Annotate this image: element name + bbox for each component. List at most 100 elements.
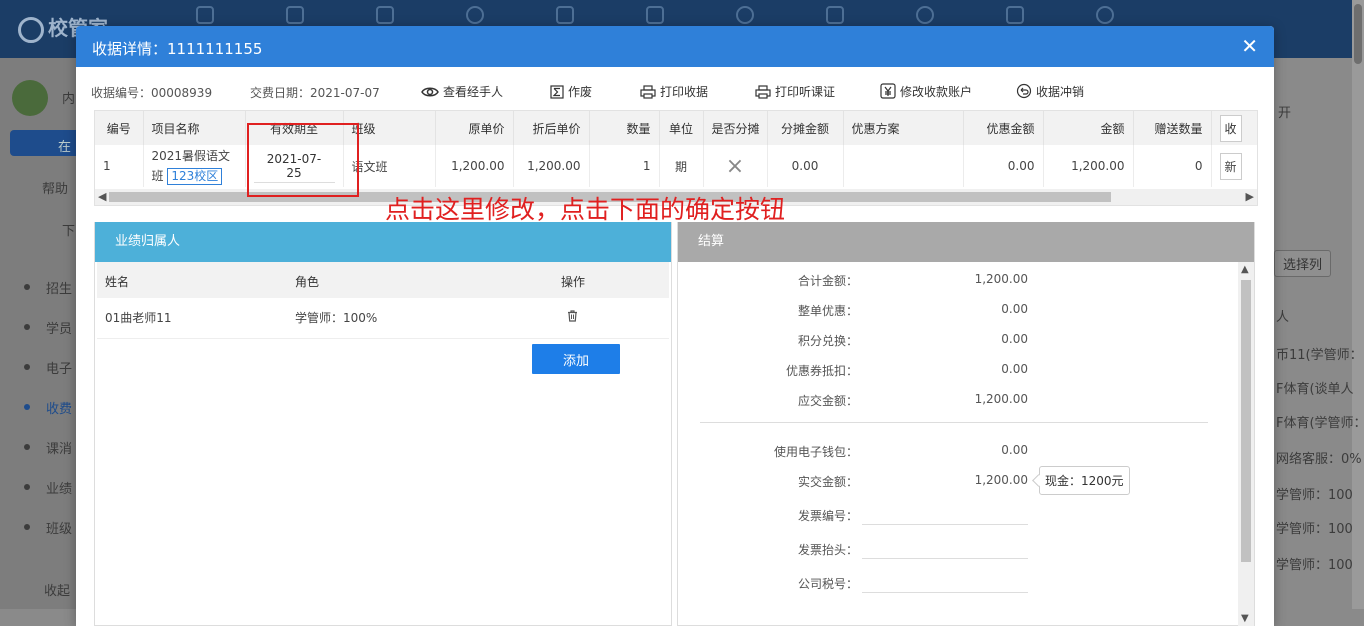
perf-col-op: 操作 — [561, 275, 586, 289]
topnav-icon-3[interactable] — [376, 6, 394, 24]
topnav-icon-6[interactable] — [646, 6, 664, 24]
perf-col-role: 角色 — [295, 275, 320, 289]
sidebar-item-ewallet[interactable]: 电子 — [46, 358, 72, 377]
gear-icon[interactable] — [1006, 6, 1024, 24]
undo-icon — [1016, 83, 1032, 99]
topnav-icon-7[interactable] — [736, 6, 754, 24]
invoice-title-label: 发票抬头： — [797, 543, 858, 557]
cell-discount-amount: 0.00 — [963, 145, 1044, 187]
annotation-text: 点击这里修改，点击下面的确定按钮 — [385, 195, 786, 224]
new-button[interactable]: 新 — [1219, 152, 1242, 180]
performance-header-row: 姓名 角色 操作 — [97, 262, 669, 298]
trash-icon[interactable] — [567, 310, 578, 325]
print-receipt-button[interactable]: 打印收据 — [640, 83, 708, 100]
performance-panel: 业绩归属人 姓名 角色 操作 01曲老师11 学管师：100% 添加 — [94, 222, 672, 626]
receipt-info-bar: 收据编号：00008939 交费日期：2021-07-07 查看经手人 作废 打… — [76, 67, 1274, 109]
sidebar-user-name: 内 — [62, 92, 76, 107]
whole-discount-label: 整单优惠： — [797, 304, 858, 318]
printer-icon — [755, 85, 771, 99]
col-header-unit: 单位 — [659, 111, 704, 145]
sidebar-item-students[interactable]: 学员 — [46, 318, 72, 337]
view-handler-button[interactable]: 查看经手人 — [421, 83, 503, 100]
sidebar-item-consumption[interactable]: 课消 — [46, 438, 72, 457]
col-header-orig-price: 原单价 — [435, 111, 514, 145]
invoice-no-label: 发票编号： — [797, 509, 858, 523]
annotation-highlight-box — [247, 123, 359, 197]
invoice-no-input[interactable] — [862, 524, 1028, 525]
tax-no-input[interactable] — [862, 592, 1028, 593]
bg-right-text: F体育(学管师： — [1276, 416, 1364, 431]
eye-icon — [421, 87, 439, 97]
receipt-detail-modal: 收据详情：1111111155 ✕ 收据编号：00008939 交费日期：202… — [76, 26, 1274, 626]
scroll-down-icon[interactable]: ▼ — [1241, 613, 1249, 624]
void-label: 作废 — [568, 85, 593, 99]
settlement-vscroll-thumb[interactable] — [1241, 280, 1251, 562]
due-label: 应交金额： — [797, 394, 858, 408]
sidebar-item-classes[interactable]: 班级 — [46, 518, 72, 537]
settlement-vscrollbar[interactable]: ▲ ▼ — [1238, 262, 1254, 626]
invoice-title-input[interactable] — [862, 558, 1028, 559]
cut-header-button[interactable]: 收 — [1219, 114, 1242, 142]
print-trial-button[interactable]: 打印听课证 — [755, 83, 835, 100]
user-icon[interactable] — [466, 6, 484, 24]
settlement-panel: 结算 合计金额： 1,200.00 整单优惠： 0.00 积分兑换： 0.00 … — [677, 222, 1255, 626]
page-scrollbar[interactable] — [1352, 0, 1364, 609]
modify-account-button[interactable]: 修改收款账户 — [880, 83, 972, 100]
col-header-promo: 优惠方案 — [843, 111, 964, 145]
print-receipt-label: 打印收据 — [660, 85, 709, 99]
points-label: 积分兑换： — [797, 334, 858, 348]
perf-col-name: 姓名 — [105, 275, 130, 289]
item-name-line1: 2021暑假语文 — [151, 149, 231, 163]
whole-discount-value: 0.00 — [1001, 302, 1028, 316]
view-handler-label: 查看经手人 — [443, 85, 504, 99]
sidebar-item-performance[interactable]: 业绩 — [46, 478, 72, 497]
cross-icon: × — [725, 153, 745, 179]
bg-right-text: 学管师：100 — [1276, 522, 1353, 537]
sidebar-bullet — [24, 404, 30, 410]
topnav-icon-5[interactable] — [556, 6, 574, 24]
void-button[interactable]: 作废 — [550, 83, 592, 100]
modal-header: 收据详情：1111111155 ✕ — [76, 26, 1274, 67]
wallet-value: 0.00 — [1001, 443, 1028, 457]
more-icon[interactable] — [1096, 6, 1114, 24]
col-header-qty: 数量 — [589, 111, 660, 145]
col-header-no: 编号 — [95, 111, 144, 145]
cell-no: 1 — [95, 145, 144, 187]
col-header-discount-amount: 优惠金额 — [963, 111, 1044, 145]
sidebar-item-fees[interactable]: 收费 — [46, 398, 72, 417]
wallet-label: 使用电子钱包： — [773, 445, 858, 459]
modify-account-label: 修改收款账户 — [900, 85, 973, 99]
bg-select-columns-button[interactable]: 选择列 — [1274, 250, 1332, 277]
topnav-icon-9[interactable] — [916, 6, 934, 24]
perf-role: 学管师：100% — [295, 311, 378, 325]
receipt-number: 收据编号：00008939 — [91, 86, 213, 100]
add-user-icon[interactable] — [196, 6, 214, 24]
scroll-right-icon[interactable]: ▶ — [1246, 190, 1254, 203]
bg-dropdown[interactable]: 开 — [1278, 102, 1291, 121]
topnav-icon-2[interactable] — [286, 6, 304, 24]
avatar[interactable] — [12, 80, 48, 116]
reverse-receipt-button[interactable]: 收据冲销 — [1016, 83, 1084, 100]
scroll-left-icon[interactable]: ◀ — [98, 190, 106, 203]
sidebar-bullet — [24, 364, 30, 370]
item-name-line2: 班 — [151, 169, 164, 183]
sidebar-download[interactable]: 下 — [62, 220, 75, 239]
table-row: 01曲老师11 学管师：100% — [97, 298, 669, 339]
sidebar-collapse[interactable]: 收起 — [44, 580, 70, 599]
cell-promo — [843, 145, 964, 187]
cell-cut: 新 — [1211, 145, 1257, 187]
sidebar-help[interactable]: 帮助 — [42, 178, 68, 197]
cell-gift-qty: 0 — [1133, 145, 1212, 187]
add-performance-button[interactable]: 添加 — [532, 344, 620, 374]
sidebar-bullet — [24, 524, 30, 530]
close-icon[interactable]: ✕ — [1241, 35, 1258, 57]
print-trial-label: 打印听课证 — [775, 85, 836, 99]
page-scrollbar-thumb[interactable] — [1354, 4, 1362, 64]
scroll-up-icon[interactable]: ▲ — [1241, 264, 1249, 275]
points-value: 0.00 — [1001, 332, 1028, 346]
bg-right-text: 网络客服：0% — [1276, 452, 1362, 467]
paid-detail-tooltip: 现金：1200元 — [1039, 466, 1130, 495]
chart-icon[interactable] — [826, 6, 844, 24]
sidebar-bullet — [24, 444, 30, 450]
sidebar-item-enroll[interactable]: 招生 — [46, 278, 72, 297]
